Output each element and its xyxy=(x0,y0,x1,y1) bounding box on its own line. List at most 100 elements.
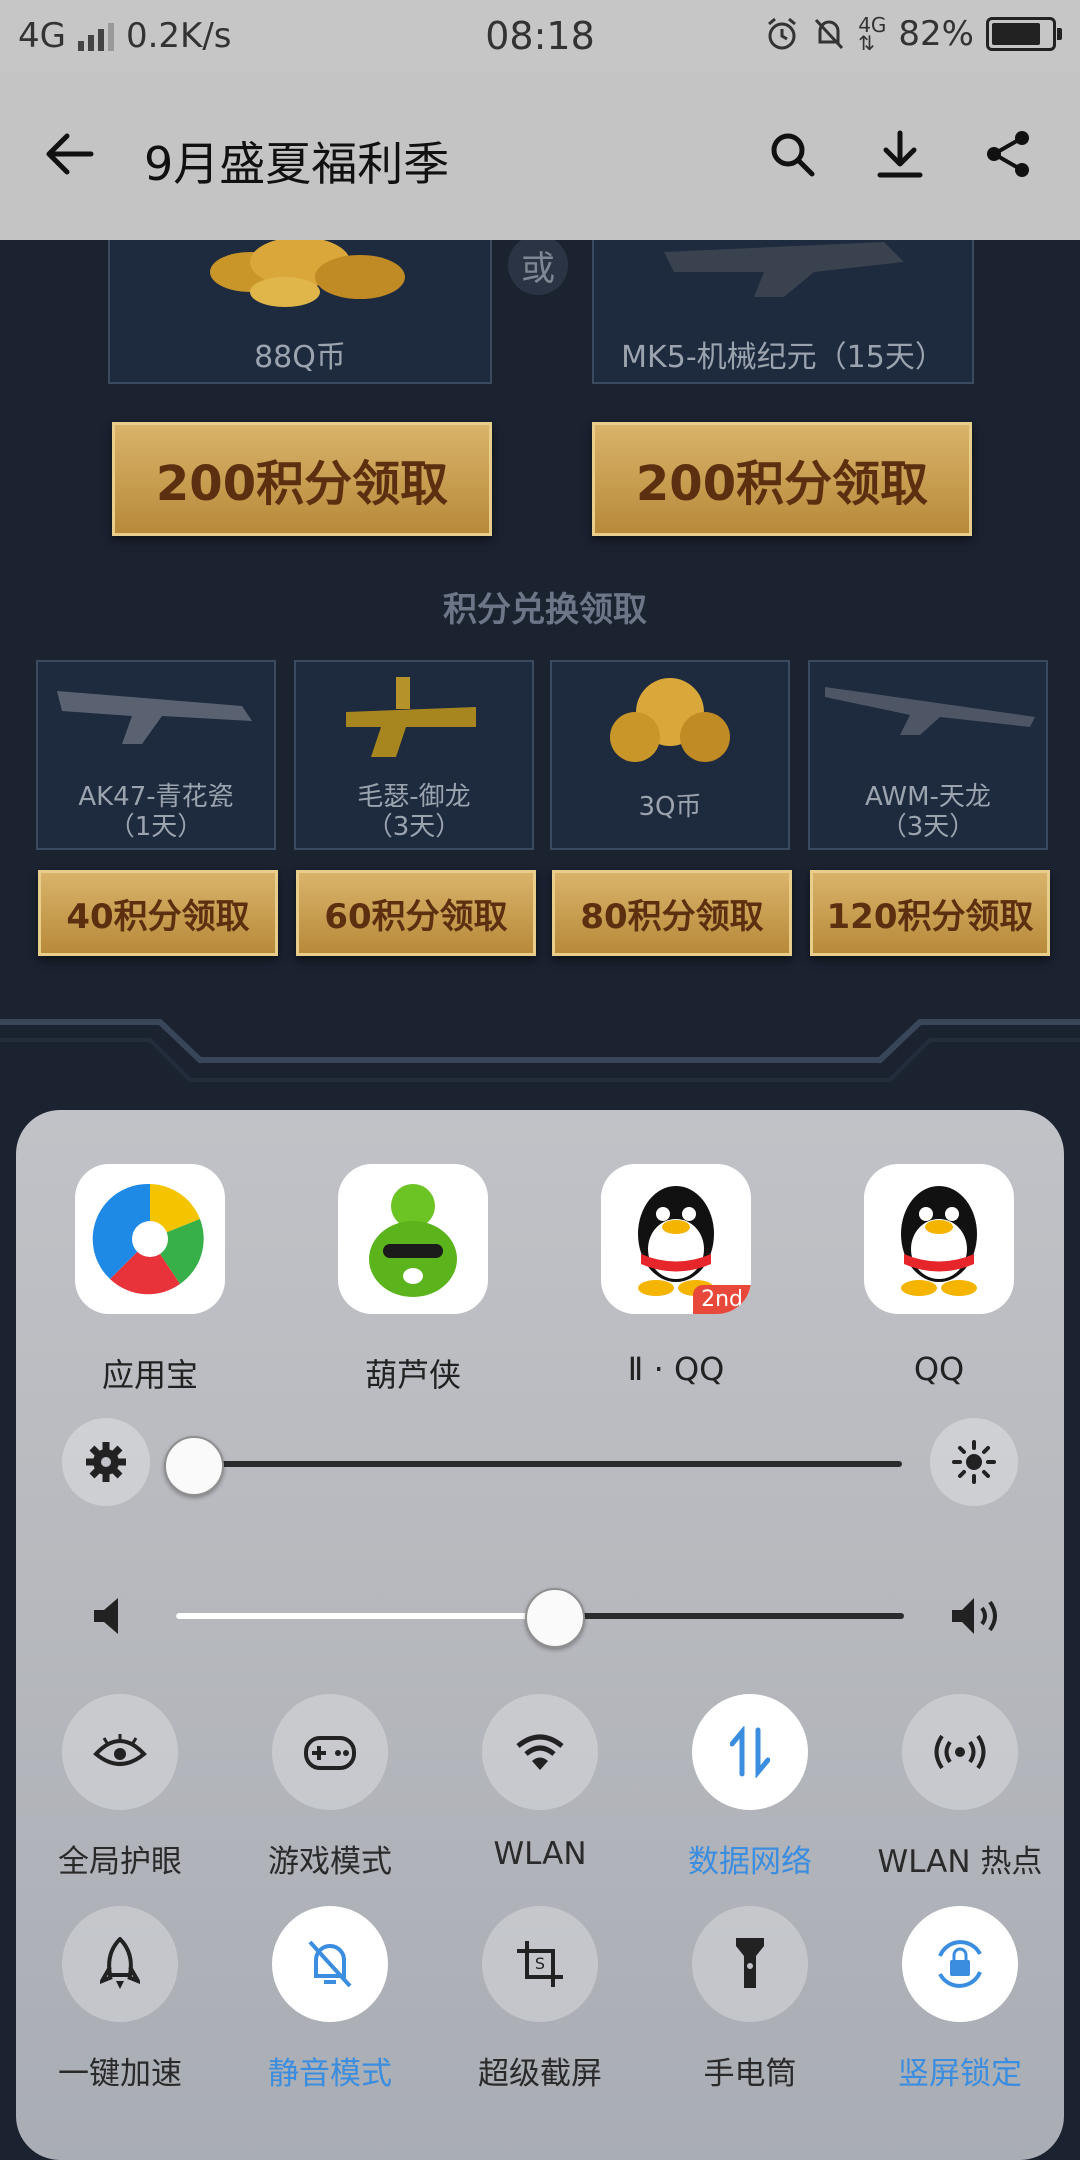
volume-slider[interactable] xyxy=(176,1588,904,1648)
section-title: 积分兑换领取 xyxy=(443,590,647,630)
status-right: 4G ⇅ 82% xyxy=(764,14,1062,54)
app-huluxia[interactable]: 葫芦侠 xyxy=(323,1164,503,1396)
toggle-label: WLAN xyxy=(493,1836,587,1872)
hotspot-icon xyxy=(934,1734,986,1770)
app-bar: 9月盛夏福利季 xyxy=(0,72,1080,240)
sun-icon xyxy=(952,1440,996,1484)
toggle-circle[interactable] xyxy=(692,1906,808,2022)
yingyongbao-icon xyxy=(75,1164,225,1314)
toggle-circle[interactable] xyxy=(272,1694,388,1810)
reward-duration: （1天） xyxy=(108,812,204,842)
toggle-silent-mode[interactable]: 静音模式 xyxy=(235,1906,425,2093)
search-button[interactable] xyxy=(752,114,832,194)
battery-percent: 82% xyxy=(898,14,974,54)
toggle-label: 数据网络 xyxy=(688,1844,812,1880)
toggle-label: WLAN 热点 xyxy=(877,1844,1043,1880)
toggle-circle[interactable]: S xyxy=(482,1906,598,2022)
brightness-max-icon-wrap xyxy=(930,1418,1018,1506)
control-panel: 应用宝 葫芦侠 2nd Ⅱ · QQ QQ 全局护眼 游戏模式 WLAN 数据网… xyxy=(16,1110,1064,2160)
eye-icon xyxy=(93,1734,147,1766)
battery-icon xyxy=(986,17,1062,51)
coins-image xyxy=(610,678,730,762)
ak47-image xyxy=(57,691,252,744)
toggle-label: 静音模式 xyxy=(268,2056,392,2092)
app-label: QQ xyxy=(913,1350,965,1388)
app-label: Ⅱ · QQ xyxy=(627,1350,725,1388)
search-icon xyxy=(771,133,815,177)
reward-card[interactable]: AK47-青花瓷 （1天） xyxy=(36,660,276,850)
app-qq-clone[interactable]: 2nd Ⅱ · QQ xyxy=(586,1164,766,1388)
reward-card[interactable]: 3Q币 xyxy=(550,660,790,850)
reward-duration: （3天） xyxy=(366,812,462,842)
download-button[interactable] xyxy=(860,114,940,194)
brightness-thumb[interactable] xyxy=(164,1436,224,1496)
redeem-button[interactable]: 200积分领取 xyxy=(592,422,972,536)
toggle-wlan[interactable]: WLAN xyxy=(445,1694,635,1872)
wifi-icon xyxy=(516,1734,564,1770)
toggle-circle[interactable] xyxy=(482,1694,598,1810)
toggle-circle[interactable] xyxy=(62,1694,178,1810)
gear-icon xyxy=(86,1442,126,1482)
toggle-circle[interactable] xyxy=(902,1694,1018,1810)
redeem-button[interactable]: 120积分领取 xyxy=(810,870,1050,956)
reward-card[interactable]: AWM-天龙 （3天） xyxy=(808,660,1048,850)
reward-card[interactable]: 毛瑟-御龙 （3天） xyxy=(294,660,534,850)
app-label: 葫芦侠 xyxy=(364,1356,461,1394)
toggle-data-network[interactable]: 数据网络 xyxy=(655,1694,845,1881)
page-title: 9月盛夏福利季 xyxy=(144,137,450,191)
rocket-icon xyxy=(100,1937,140,1989)
redeem-button[interactable]: 80积分领取 xyxy=(552,870,792,956)
download-icon xyxy=(877,130,923,178)
toggle-boost[interactable]: 一键加速 xyxy=(25,1906,215,2093)
frame-decoration xyxy=(0,1019,1080,1082)
reward-name: MK5-机械纪元（15天） xyxy=(621,340,945,375)
huluxia-icon xyxy=(338,1164,488,1314)
clone-badge: 2nd xyxy=(693,1285,751,1314)
share-icon xyxy=(987,131,1029,177)
awm-image xyxy=(825,687,1035,735)
toggle-flashlight[interactable]: 手电筒 xyxy=(655,1906,845,2093)
reward-duration: （3天） xyxy=(880,812,976,842)
reward-card[interactable]: MK5-机械纪元（15天） xyxy=(592,240,974,384)
data-network-icon xyxy=(730,1726,770,1778)
toggle-circle[interactable] xyxy=(902,1906,1018,2022)
auto-brightness-button[interactable] xyxy=(62,1418,150,1506)
gun-image xyxy=(664,242,904,297)
volume-fill xyxy=(176,1613,554,1619)
redeem-button[interactable]: 60积分领取 xyxy=(296,870,536,956)
toggle-label: 全局护眼 xyxy=(58,1844,182,1880)
toggle-game-mode[interactable]: 游戏模式 xyxy=(235,1694,425,1881)
brightness-track xyxy=(164,1461,902,1467)
share-button[interactable] xyxy=(968,114,1048,194)
reward-card[interactable]: 88Q币 xyxy=(108,240,492,384)
volume-thumb[interactable] xyxy=(525,1588,586,1648)
svg-text:S: S xyxy=(535,1954,545,1973)
toggle-hotspot[interactable]: WLAN 热点 xyxy=(865,1694,1055,1881)
app-qq[interactable]: QQ xyxy=(849,1164,1029,1388)
toggle-circle[interactable] xyxy=(62,1906,178,2022)
reward-name: 3Q币 xyxy=(638,792,702,822)
toggle-rotation-lock[interactable]: 竖屏锁定 xyxy=(865,1906,1055,2093)
mauser-image xyxy=(346,677,476,757)
toggle-circle[interactable] xyxy=(272,1906,388,2022)
app-yingyongbao[interactable]: 应用宝 xyxy=(60,1164,240,1396)
back-button[interactable] xyxy=(30,114,110,194)
toggle-label: 超级截屏 xyxy=(478,2056,602,2092)
coins-image xyxy=(210,240,405,307)
reward-name: 88Q币 xyxy=(254,340,346,375)
toggle-label: 游戏模式 xyxy=(268,1844,392,1880)
toggle-eye-care[interactable]: 全局护眼 xyxy=(25,1694,215,1881)
screenshot-icon: S xyxy=(517,1941,563,1987)
toggle-circle[interactable] xyxy=(692,1694,808,1810)
toggle-super-screenshot[interactable]: S 超级截屏 xyxy=(445,1906,635,2093)
app-label: 应用宝 xyxy=(101,1356,198,1394)
toggle-label: 竖屏锁定 xyxy=(898,2056,1022,2092)
brightness-slider[interactable] xyxy=(164,1436,902,1496)
or-badge: 或 xyxy=(508,240,568,295)
battery-fill xyxy=(992,23,1040,45)
redeem-button[interactable]: 40积分领取 xyxy=(38,870,278,956)
flashlight-icon xyxy=(736,1938,764,1988)
redeem-button[interactable]: 200积分领取 xyxy=(112,422,492,536)
status-bar: 4G 0.2K/s 08:18 4G ⇅ 82% xyxy=(0,0,1080,72)
rotation-lock-icon xyxy=(938,1940,982,1988)
